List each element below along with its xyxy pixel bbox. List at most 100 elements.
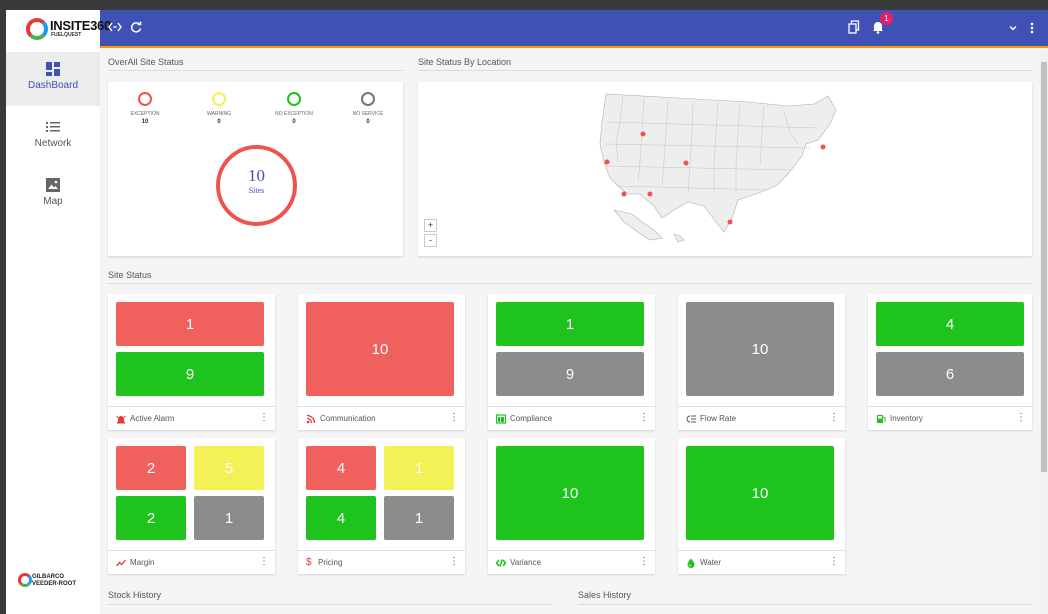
total-sites-count: 10 xyxy=(248,166,265,185)
tile-exception[interactable]: 10 xyxy=(306,302,454,396)
refresh-icon[interactable] xyxy=(129,20,143,38)
card-label: Flow Rate xyxy=(700,414,737,423)
card-footer: Variance ⋮ xyxy=(488,550,655,574)
sidebar-item-dashboard[interactable]: DashBoard xyxy=(6,52,100,106)
scrollbar-thumb[interactable] xyxy=(1041,62,1047,472)
tile-ok[interactable]: 10 xyxy=(496,446,644,540)
card-label: Water xyxy=(700,558,722,567)
card-footer: $ Pricing ⋮ xyxy=(298,550,465,574)
card-label: Communication xyxy=(320,414,376,423)
exception-ring-icon xyxy=(138,92,152,106)
sidebar-item-label: Map xyxy=(43,196,63,207)
app-logo[interactable]: INSITE360 FUELQUEST xyxy=(6,10,111,48)
us-map[interactable] xyxy=(418,82,1032,256)
rss-icon xyxy=(306,414,316,423)
total-sites-ring: 10 Sites xyxy=(216,145,297,226)
logo-subtext: FUELQUEST xyxy=(51,32,82,38)
sidebar-item-network[interactable]: Network xyxy=(6,110,100,164)
card-label: Inventory xyxy=(890,414,923,423)
tile-exception[interactable]: 1 xyxy=(116,302,264,346)
card-footer: Active Alarm ⋮ xyxy=(108,406,275,430)
more-vert-icon[interactable]: ⋮ xyxy=(259,413,269,423)
card-footer: Margin ⋮ xyxy=(108,550,275,574)
tile-warning[interactable]: 1 xyxy=(384,446,454,490)
dollar-icon: $ xyxy=(306,556,312,568)
trending-icon xyxy=(116,559,126,566)
tile-exception[interactable]: 1 xyxy=(496,302,644,346)
location-map-card[interactable]: + - xyxy=(418,82,1032,256)
fuel-pump-icon xyxy=(877,414,886,423)
sidebar-item-map[interactable]: Map xyxy=(6,168,100,222)
zoom-in-button[interactable]: + xyxy=(424,219,437,232)
sidebar-item-label: DashBoard xyxy=(27,80,79,91)
tile-no-service[interactable]: 10 xyxy=(686,302,834,396)
tile-ok[interactable]: 4 xyxy=(876,302,1024,346)
card-active-alarm[interactable]: 1 9 Active Alarm ⋮ xyxy=(108,294,275,430)
card-compliance[interactable]: 1 9 Compliance ⋮ xyxy=(488,294,655,430)
stock-history-title: Stock History xyxy=(108,590,162,600)
more-vert-icon[interactable]: ⋮ xyxy=(829,557,839,567)
card-label: Margin xyxy=(130,558,155,567)
card-variance[interactable]: 10 Variance ⋮ xyxy=(488,438,655,574)
more-vert-icon[interactable]: ⋮ xyxy=(829,413,839,423)
sidebar: DashBoard Network Map GILBARCO VEEDER-RO… xyxy=(6,48,100,614)
tile-exception[interactable]: 2 xyxy=(116,446,186,490)
card-footer: Compliance ⋮ xyxy=(488,406,655,430)
card-communication[interactable]: 10 Communication ⋮ xyxy=(298,294,465,430)
flow-rate-icon xyxy=(686,415,696,422)
card-footer: Water ⋮ xyxy=(678,550,845,574)
card-flow-rate[interactable]: 10 Flow Rate ⋮ xyxy=(678,294,845,430)
overall-status-title: OverAll Site Status xyxy=(108,57,184,67)
tile-no-service[interactable]: 1 xyxy=(194,496,264,540)
tile-ok[interactable]: 4 xyxy=(306,496,376,540)
tile-ok[interactable]: 9 xyxy=(116,352,264,396)
water-drop-icon xyxy=(687,558,695,568)
tile-no-service[interactable]: 6 xyxy=(876,352,1024,396)
status-exception[interactable]: EXCEPTION 10 xyxy=(110,92,180,125)
card-water[interactable]: 10 Water ⋮ xyxy=(678,438,845,574)
logo-text: INSITE360 xyxy=(50,18,111,33)
site-status-title: Site Status xyxy=(108,270,152,280)
card-pricing[interactable]: 4 1 4 1 $ Pricing ⋮ xyxy=(298,438,465,574)
status-no-service[interactable]: NO SERVICE 0 xyxy=(333,92,403,125)
gilbarco-logo: GILBARCO VEEDER-ROOT xyxy=(32,574,77,587)
chevron-down-icon[interactable] xyxy=(1008,22,1018,40)
tile-no-service[interactable]: 1 xyxy=(384,496,454,540)
status-no-exception[interactable]: NO EXCEPTION 0 xyxy=(259,92,329,125)
dashboard-icon xyxy=(46,62,60,76)
card-label: Variance xyxy=(510,558,541,567)
tile-no-service[interactable]: 9 xyxy=(496,352,644,396)
more-vert-icon[interactable]: ⋮ xyxy=(449,557,459,567)
card-inventory[interactable]: 4 6 Inventory ⋮ xyxy=(868,294,1032,430)
card-margin[interactable]: 2 5 2 1 Margin ⋮ xyxy=(108,438,275,574)
compliance-icon xyxy=(496,413,506,424)
copy-icon[interactable] xyxy=(848,20,860,38)
divider xyxy=(108,70,404,71)
card-footer: Flow Rate ⋮ xyxy=(678,406,845,430)
tile-ok[interactable]: 2 xyxy=(116,496,186,540)
no-service-ring-icon xyxy=(361,92,375,106)
vertical-scrollbar[interactable] xyxy=(1040,50,1048,614)
location-title: Site Status By Location xyxy=(418,57,512,67)
more-vert-icon[interactable]: ⋮ xyxy=(1016,413,1026,423)
status-warning[interactable]: WARNING 0 xyxy=(184,92,254,125)
card-label: Compliance xyxy=(510,414,553,423)
logo-mark-icon xyxy=(26,18,48,40)
notification-badge: 1 xyxy=(880,12,893,25)
variance-icon xyxy=(496,558,506,567)
alarm-icon xyxy=(116,415,126,423)
tile-exception[interactable]: 4 xyxy=(306,446,376,490)
more-vert-icon[interactable]: ⋮ xyxy=(639,557,649,567)
more-vert-icon[interactable]: ⋮ xyxy=(639,413,649,423)
tile-warning[interactable]: 5 xyxy=(194,446,264,490)
expand-collapse-icon[interactable] xyxy=(108,20,122,38)
card-footer: Inventory ⋮ xyxy=(868,406,1032,430)
tile-ok[interactable]: 10 xyxy=(686,446,834,540)
overall-status-card: EXCEPTION 10 WARNING 0 NO EXCEPTION 0 NO… xyxy=(108,82,403,256)
more-vert-icon[interactable]: ⋮ xyxy=(449,413,459,423)
zoom-out-button[interactable]: - xyxy=(424,234,437,247)
total-sites-label: Sites xyxy=(248,186,265,195)
more-vert-icon[interactable]: ⋮ xyxy=(259,557,269,567)
no-exception-ring-icon xyxy=(287,92,301,106)
more-vert-icon[interactable] xyxy=(1030,21,1034,39)
